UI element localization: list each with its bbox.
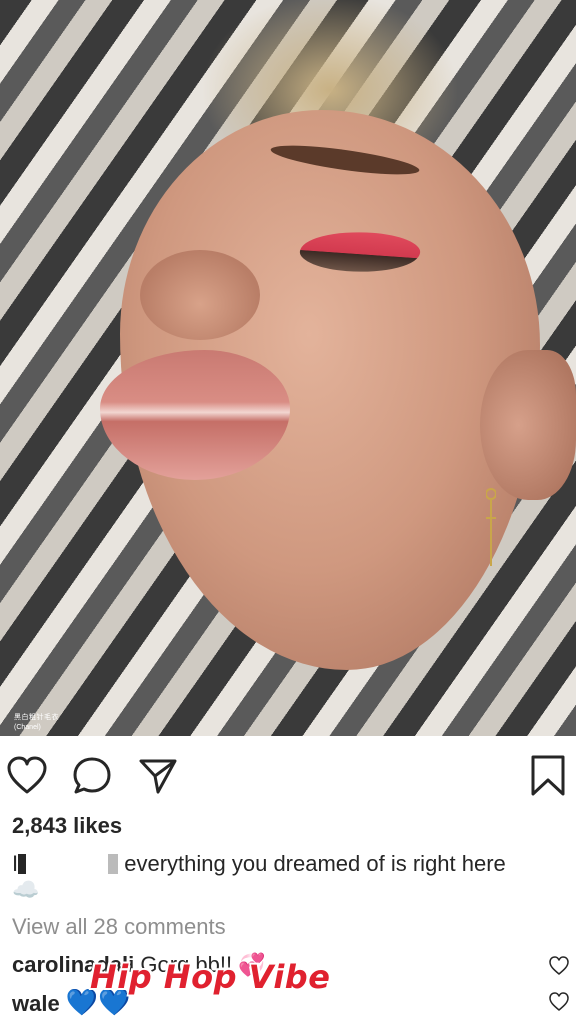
comment-icon[interactable] — [72, 756, 112, 796]
cloud-icon: ☁️ — [12, 878, 40, 903]
heart-icon[interactable] — [6, 756, 48, 796]
caption-text: everything you dreamed of is right here — [124, 851, 506, 876]
photo-caption-chinese: 黑白粗针毛衣 — [14, 714, 59, 721]
cross-earring — [486, 488, 496, 566]
photo-caption-brand: (Chanel) — [14, 724, 41, 731]
post-caption: I everything you dreamed of is right her… — [12, 850, 572, 878]
post-photo[interactable]: 黑白粗针毛衣 (Chanel) — [0, 0, 576, 736]
bookmark-icon[interactable] — [528, 754, 568, 798]
heart-icon[interactable] — [548, 992, 570, 1012]
caption-username-redacted — [18, 854, 119, 874]
ear — [480, 350, 576, 500]
likes-count[interactable]: 2,843 likes — [12, 813, 122, 839]
share-icon[interactable] — [138, 756, 178, 796]
post-actions-bar — [0, 752, 576, 800]
nose — [140, 250, 260, 340]
comment-username[interactable]: wale — [12, 991, 60, 1016]
view-all-comments-link[interactable]: View all 28 comments — [12, 914, 226, 940]
heart-icon[interactable] — [548, 956, 570, 976]
watermark-logo: Hip Hop Vibe — [90, 958, 331, 996]
